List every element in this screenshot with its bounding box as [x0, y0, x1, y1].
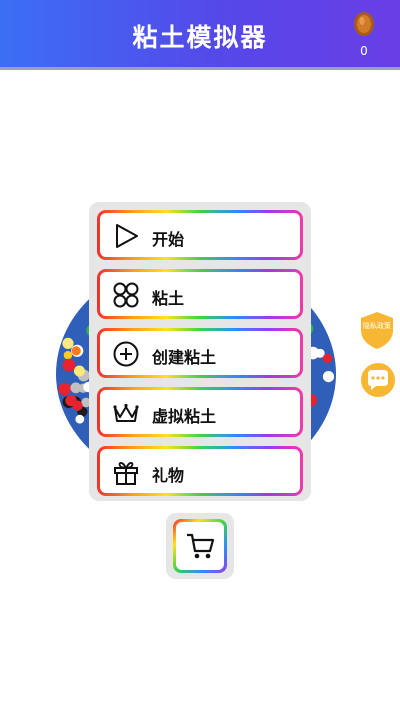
- clay-dot: [322, 371, 335, 383]
- clay-dot: [75, 414, 85, 424]
- play-icon: [116, 224, 138, 248]
- coin-icon: [354, 12, 374, 36]
- virtual-clay-label: 虚拟粘土: [152, 407, 217, 426]
- top-bar: 粘土模拟器 0: [0, 0, 400, 70]
- app-screen: 粘土模拟器 0 开始 粘土 创建粘土 虚拟粘土 礼物 隐私政策: [0, 0, 400, 711]
- crown-icon: [113, 403, 139, 422]
- gift-button[interactable]: 礼物: [97, 446, 303, 496]
- clay-dot: [70, 382, 82, 394]
- virtual-clay-button[interactable]: 虚拟粘土: [97, 387, 303, 437]
- create-clay-label: 创建粘土: [152, 348, 217, 367]
- gift-icon: [114, 462, 138, 485]
- chat-icon[interactable]: [360, 362, 396, 398]
- shop-cart-button[interactable]: [173, 519, 227, 573]
- clay-dot: [63, 351, 73, 360]
- plus-circle-icon: [113, 341, 139, 367]
- clay-button[interactable]: 粘土: [97, 269, 303, 319]
- clay-dot: [62, 337, 74, 349]
- gift-label: 礼物: [152, 466, 185, 485]
- privacy-policy-label[interactable]: 隐私政策: [360, 321, 394, 331]
- clay-dot: [65, 394, 77, 407]
- create-clay-button[interactable]: 创建粘土: [97, 328, 303, 378]
- clay-circles-icon: [113, 282, 139, 308]
- clay-label: 粘土: [152, 289, 185, 308]
- clay-dot: [71, 346, 81, 356]
- clay-dot: [73, 365, 85, 377]
- start-label: 开始: [152, 230, 185, 249]
- clay-dot: [322, 353, 333, 363]
- shop-panel: [166, 513, 234, 579]
- clay-dot: [58, 382, 71, 396]
- cart-icon: [187, 533, 215, 559]
- app-title: 粘土模拟器: [132, 23, 268, 52]
- coin-count: 0: [360, 44, 368, 58]
- start-button[interactable]: 开始: [97, 210, 303, 260]
- clay-dot: [62, 358, 76, 372]
